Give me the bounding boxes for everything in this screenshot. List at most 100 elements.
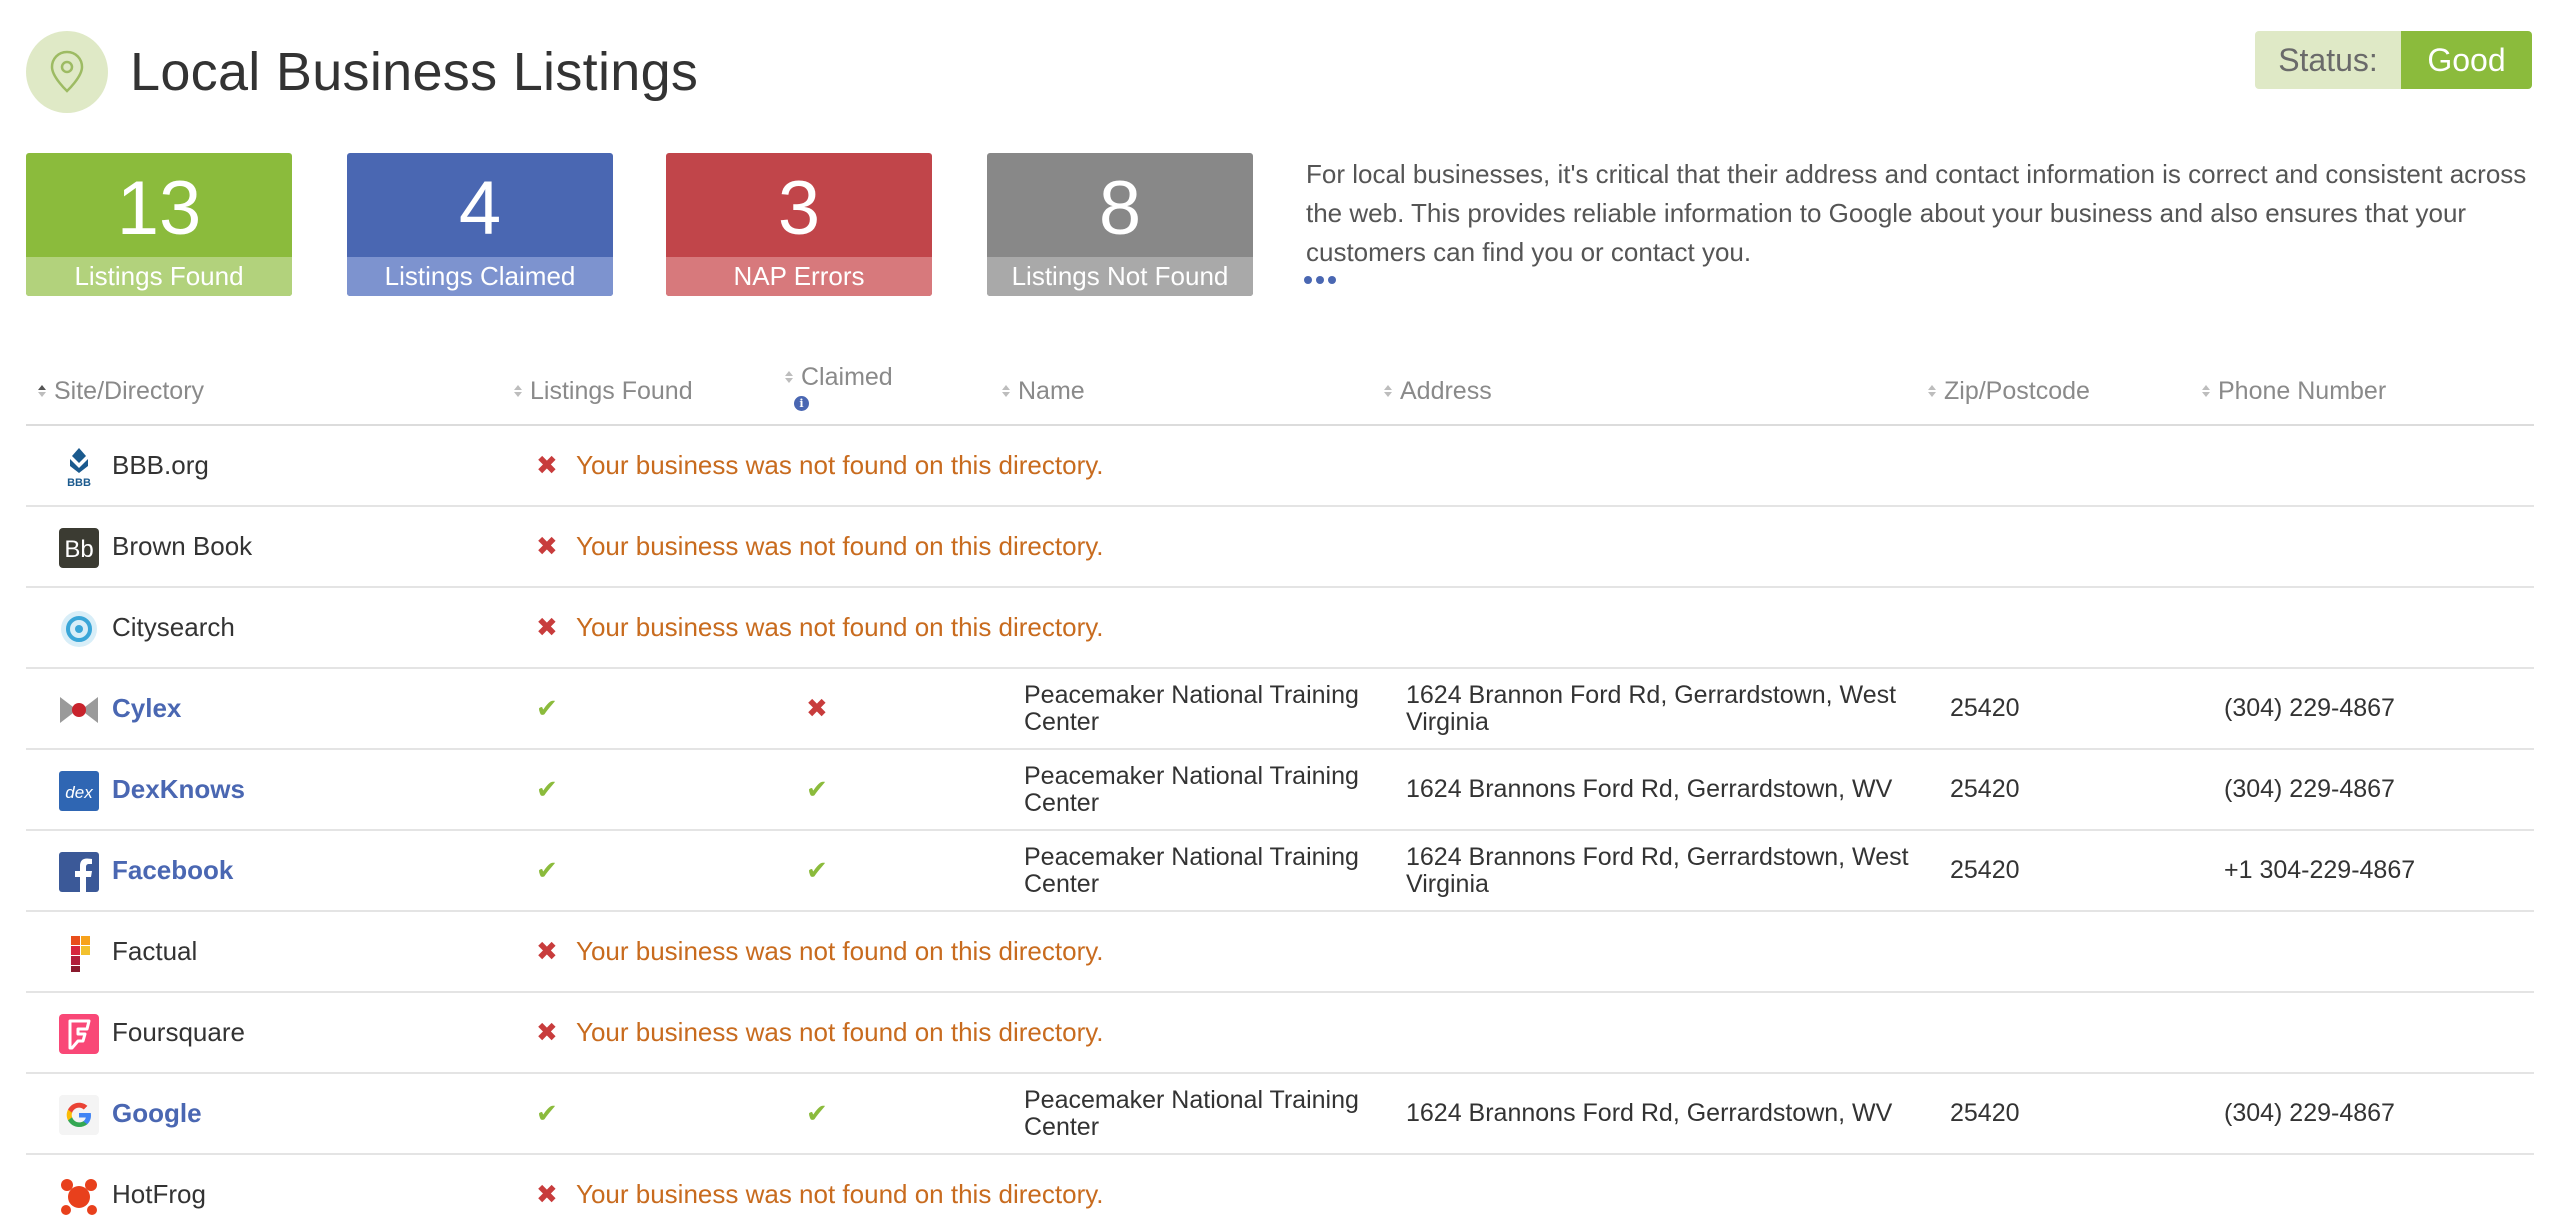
sort-icon <box>514 385 522 397</box>
cross-icon: ✖ <box>536 1017 558 1047</box>
sort-icon <box>1384 385 1392 397</box>
column-header-name[interactable]: Name <box>1002 358 1085 424</box>
stat-label: Listings Not Found <box>987 257 1253 296</box>
check-icon: ✔ <box>536 774 558 804</box>
column-header-address[interactable]: Address <box>1384 358 1492 424</box>
site-name: BBB.org <box>112 450 209 480</box>
business-address: 1624 Brannons Ford Rd, Gerrardstown, WV <box>1406 775 1893 803</box>
column-header-phone[interactable]: Phone Number <box>2202 358 2386 424</box>
table-header: Site/Directory Listings Found Claimed i … <box>26 358 2534 426</box>
business-name: Peacemaker National Training Center <box>1024 761 1359 817</box>
cross-icon: ✖ <box>536 450 558 480</box>
sort-icon <box>785 371 793 383</box>
table-row: Google ✔ ✔ Peacemaker National Training … <box>26 1074 2534 1155</box>
table-row: dex DexKnows ✔ ✔ Peacemaker National Tra… <box>26 750 2534 831</box>
column-label: Site/Directory <box>54 376 205 405</box>
stat-value: 8 <box>1098 165 1142 251</box>
cross-icon: ✖ <box>536 612 558 642</box>
column-label: Zip/Postcode <box>1944 376 2090 405</box>
sort-icon <box>1002 385 1010 397</box>
site-name: Citysearch <box>112 612 235 642</box>
stat-label: NAP Errors <box>666 257 932 296</box>
stat-value: 4 <box>458 165 502 251</box>
facebook-logo-icon <box>59 852 99 893</box>
business-name: Peacemaker National Training Center <box>1024 1085 1359 1141</box>
site-link[interactable]: DexKnows <box>112 750 245 829</box>
table-row: Cylex ✔ ✖ Peacemaker National Training C… <box>26 669 2534 750</box>
site-link[interactable]: Cylex <box>112 669 181 748</box>
status-label: Status: <box>2255 31 2401 89</box>
cross-icon: ✖ <box>536 1179 558 1209</box>
sort-icon <box>1928 385 1936 397</box>
site-name: Brown Book <box>112 531 253 561</box>
page-title: Local Business Listings <box>130 42 699 102</box>
table-row: Factual ✖ Your business was not found on… <box>26 912 2534 993</box>
site-link[interactable]: Facebook <box>112 831 233 910</box>
not-found-message: Your business was not found on this dire… <box>576 531 1104 561</box>
stat-nap-errors[interactable]: 3 NAP Errors <box>666 153 932 296</box>
sort-icon <box>2202 385 2210 397</box>
business-address: 1624 Brannons Ford Rd, Gerrardstown, WV <box>1406 1099 1893 1127</box>
svg-text:dex: dex <box>65 783 93 802</box>
table-row: Bb Brown Book ✖ Your business was not fo… <box>26 507 2534 588</box>
not-found-message: Your business was not found on this dire… <box>576 936 1104 966</box>
column-header-listings-found[interactable]: Listings Found <box>514 358 693 424</box>
table-row: HotFrog ✖ Your business was not found on… <box>26 1155 2534 1228</box>
column-header-site[interactable]: Site/Directory <box>38 358 204 424</box>
site-name: Factual <box>112 936 198 966</box>
check-icon: ✔ <box>536 1098 558 1128</box>
factual-logo-icon <box>71 936 90 972</box>
column-label: Name <box>1018 376 1085 405</box>
not-found-message: Your business was not found on this dire… <box>576 612 1104 642</box>
more-options-icon[interactable] <box>1304 276 1336 284</box>
check-icon: ✔ <box>536 693 558 723</box>
stat-listings-found[interactable]: 13 Listings Found <box>26 153 292 296</box>
business-zip: 25420 <box>1950 775 2020 803</box>
business-phone: (304) 229-4867 <box>2224 1099 2395 1127</box>
stat-listings-claimed[interactable]: 4 Listings Claimed <box>347 153 613 296</box>
not-found-message: Your business was not found on this dire… <box>576 450 1104 480</box>
hotfrog-logo-icon <box>61 1179 97 1215</box>
map-pin-icon <box>26 31 108 113</box>
table-row: Citysearch ✖ Your business was not found… <box>26 588 2534 669</box>
info-icon[interactable]: i <box>794 396 809 411</box>
stat-listings-not-found[interactable]: 8 Listings Not Found <box>987 153 1253 296</box>
svg-text:BBB: BBB <box>67 477 91 488</box>
column-header-zip[interactable]: Zip/Postcode <box>1928 358 2090 424</box>
not-found-message: Your business was not found on this dire… <box>576 1179 1104 1209</box>
page-header: Local Business Listings <box>26 31 698 113</box>
status-badge: Status: Good <box>2255 31 2532 89</box>
google-logo-icon <box>59 1095 99 1135</box>
business-zip: 25420 <box>1950 694 2020 722</box>
stat-label: Listings Claimed <box>347 257 613 296</box>
check-icon: ✔ <box>806 1098 828 1128</box>
stat-value: 13 <box>116 165 202 251</box>
not-found-message: Your business was not found on this dire… <box>576 1017 1104 1047</box>
cross-icon: ✖ <box>536 936 558 966</box>
table-row: BBB BBB.org ✖ Your business was not foun… <box>26 426 2534 507</box>
business-phone: (304) 229-4867 <box>2224 775 2395 803</box>
check-icon: ✔ <box>536 855 558 885</box>
cross-icon: ✖ <box>536 531 558 561</box>
business-name: Peacemaker National Training Center <box>1024 842 1359 898</box>
stat-value: 3 <box>777 165 821 251</box>
brownbook-logo-icon: Bb <box>59 528 99 568</box>
column-label: Address <box>1400 376 1492 405</box>
foursquare-logo-icon <box>59 1014 99 1054</box>
status-value: Good <box>2401 31 2532 89</box>
business-phone: +1 304-229-4867 <box>2224 856 2416 884</box>
dex-logo-icon: dex <box>59 771 99 811</box>
table-row: Foursquare ✖ Your business was not found… <box>26 993 2534 1074</box>
table-row: Facebook ✔ ✔ Peacemaker National Trainin… <box>26 831 2534 912</box>
site-link[interactable]: Google <box>112 1074 202 1153</box>
stat-label: Listings Found <box>26 257 292 296</box>
column-label: Claimed <box>801 362 893 391</box>
check-icon: ✔ <box>806 774 828 804</box>
check-icon: ✔ <box>806 855 828 885</box>
bbb-logo-icon: BBB <box>67 448 91 488</box>
site-name: Foursquare <box>112 1017 245 1047</box>
business-address: 1624 Brannons Ford Rd, Gerrardstown, Wes… <box>1406 842 1909 898</box>
business-phone: (304) 229-4867 <box>2224 694 2395 722</box>
column-label: Listings Found <box>530 376 693 405</box>
business-address: 1624 Brannon Ford Rd, Gerrardstown, West… <box>1406 680 1897 736</box>
